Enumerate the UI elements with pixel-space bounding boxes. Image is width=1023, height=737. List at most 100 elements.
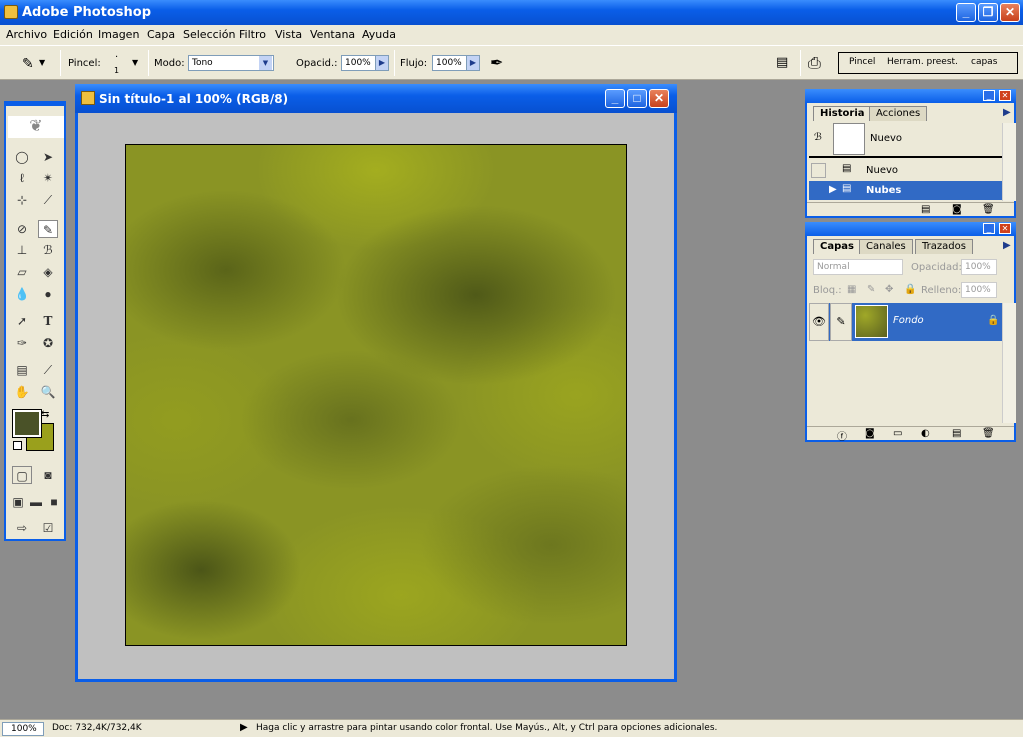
screen-mode-standard-icon[interactable]: ▣ bbox=[10, 493, 26, 511]
paint-bucket-icon[interactable]: ◈ bbox=[38, 263, 58, 281]
opacity-slider-button[interactable]: ▶ bbox=[375, 55, 389, 71]
doc-minimize-button[interactable]: _ bbox=[605, 89, 625, 108]
tab-capas[interactable]: Capas bbox=[813, 239, 861, 254]
foreground-color-swatch[interactable] bbox=[12, 409, 42, 438]
slice-tool-icon[interactable]: ⟋ bbox=[38, 191, 58, 209]
close-button[interactable]: ✕ bbox=[1000, 3, 1020, 22]
eye-icon[interactable]: 👁 bbox=[809, 303, 829, 341]
hand-tool-icon[interactable]: ✋ bbox=[12, 383, 32, 401]
lock-all-icon[interactable]: 🔒 bbox=[904, 284, 916, 295]
menu-seleccion[interactable]: Selección bbox=[183, 28, 235, 41]
mode-select[interactable]: Tono ▼ bbox=[188, 55, 274, 71]
tool-preset-dropdown-icon[interactable]: ▼ bbox=[39, 58, 45, 67]
lock-position-icon[interactable]: ✥ bbox=[885, 284, 893, 295]
crop-tool-icon[interactable]: ⊹ bbox=[12, 191, 32, 209]
history-brush-source-box[interactable] bbox=[811, 163, 826, 178]
zoom-tool-icon[interactable]: 🔍 bbox=[38, 383, 58, 401]
lasso-tool-icon[interactable]: ℓ bbox=[12, 169, 32, 187]
history-item[interactable]: ▤ Nuevo bbox=[809, 161, 1002, 180]
document-title-bar[interactable]: Sin título-1 al 100% (RGB/8) _ □ ✕ bbox=[75, 84, 677, 113]
screen-mode-full-menu-icon[interactable]: ▬ bbox=[28, 493, 44, 511]
history-item-selected[interactable]: ▶ ▤ Nubes bbox=[809, 181, 1002, 200]
well-tab-presets[interactable]: Herram. preest. bbox=[887, 57, 958, 67]
opacity-input[interactable]: 100% bbox=[341, 55, 376, 71]
trash-icon[interactable]: 🗑 bbox=[982, 428, 995, 439]
pen-tool-icon[interactable]: ✑ bbox=[12, 334, 32, 352]
menu-edicion[interactable]: Edición bbox=[53, 28, 93, 41]
zoom-input[interactable]: 100% bbox=[2, 722, 44, 736]
quick-mask-icon[interactable]: ◙ bbox=[38, 466, 58, 484]
menu-vista[interactable]: Vista bbox=[275, 28, 302, 41]
layer-style-icon[interactable]: ⓕ bbox=[837, 428, 847, 443]
panel-minimize-button[interactable]: _ bbox=[983, 90, 995, 101]
feather-logo-icon[interactable]: ❦ bbox=[8, 116, 64, 138]
panel-menu-icon[interactable]: ▶ bbox=[1003, 240, 1011, 251]
menu-capa[interactable]: Capa bbox=[147, 28, 175, 41]
blend-mode-select[interactable]: Normal bbox=[813, 259, 903, 275]
history-panel-header[interactable]: _ ✕ bbox=[805, 89, 1016, 103]
menu-ventana[interactable]: Ventana bbox=[310, 28, 355, 41]
shape-tool-icon[interactable]: ✪ bbox=[38, 334, 58, 352]
panel-menu-icon[interactable]: ▶ bbox=[1003, 107, 1011, 118]
panel-minimize-button[interactable]: _ bbox=[983, 223, 995, 234]
brush-dropdown-icon[interactable]: ▼ bbox=[132, 58, 138, 67]
menu-archivo[interactable]: Archivo bbox=[6, 28, 47, 41]
marquee-tool-icon[interactable]: ◯ bbox=[12, 148, 32, 166]
menu-imagen[interactable]: Imagen bbox=[98, 28, 139, 41]
move-tool-icon[interactable]: ➤ bbox=[38, 148, 58, 166]
tab-canales[interactable]: Canales bbox=[859, 239, 913, 254]
blur-tool-icon[interactable]: 💧 bbox=[12, 285, 32, 303]
print-icon[interactable]: ⎙ bbox=[808, 53, 821, 73]
type-tool-icon[interactable]: T bbox=[38, 312, 58, 330]
adjustment-layer-icon[interactable]: ◐ bbox=[921, 428, 930, 439]
layers-scrollbar[interactable] bbox=[1002, 303, 1016, 423]
history-brush-icon[interactable]: ℬ bbox=[38, 241, 58, 259]
history-scrollbar[interactable] bbox=[1002, 123, 1016, 201]
new-snapshot-icon[interactable]: ◙ bbox=[952, 204, 962, 215]
layer-row-fondo[interactable]: 👁 ✎ Fondo 🔒 bbox=[809, 303, 1002, 341]
magic-wand-icon[interactable]: ✴ bbox=[38, 169, 58, 187]
eyedropper-icon[interactable]: ⟋ bbox=[38, 361, 58, 379]
checklist-icon[interactable]: ☑ bbox=[38, 519, 58, 537]
layers-panel-header[interactable]: _ ✕ bbox=[805, 222, 1016, 236]
layer-mask-icon[interactable]: ◙ bbox=[865, 428, 875, 439]
brush-tool-icon[interactable]: ✎ bbox=[22, 56, 34, 72]
brush-preview-dot[interactable]: · bbox=[115, 52, 118, 63]
flow-slider-button[interactable]: ▶ bbox=[466, 55, 480, 71]
new-layer-icon[interactable]: ▤ bbox=[952, 428, 961, 439]
new-document-from-state-icon[interactable]: ▤ bbox=[921, 204, 930, 215]
file-browser-icon[interactable]: ▤ bbox=[776, 55, 788, 70]
airbrush-icon[interactable]: ✒ bbox=[490, 53, 503, 72]
trash-icon[interactable]: 🗑 bbox=[982, 204, 995, 215]
lock-transparency-icon[interactable]: ▦ bbox=[847, 284, 856, 295]
doc-maximize-button[interactable]: □ bbox=[627, 89, 647, 108]
default-colors-icon[interactable] bbox=[13, 441, 22, 450]
lock-image-icon[interactable]: ✎ bbox=[867, 284, 875, 295]
screen-mode-full-icon[interactable]: ■ bbox=[46, 493, 62, 511]
notes-tool-icon[interactable]: ▤ bbox=[12, 361, 32, 379]
image-canvas[interactable] bbox=[125, 144, 627, 646]
new-group-icon[interactable]: ▭ bbox=[893, 428, 902, 439]
restore-button[interactable]: ❐ bbox=[978, 3, 998, 22]
clone-stamp-icon[interactable]: ⊥ bbox=[12, 241, 32, 259]
brush-tool-selected-icon[interactable]: ✎ bbox=[38, 220, 58, 238]
flow-input[interactable]: 100% bbox=[432, 55, 467, 71]
well-tab-pincel[interactable]: Pincel bbox=[849, 57, 875, 67]
panel-close-button[interactable]: ✕ bbox=[999, 223, 1011, 234]
eraser-tool-icon[interactable]: ▱ bbox=[12, 263, 32, 281]
healing-brush-icon[interactable]: ⊘ bbox=[12, 220, 32, 238]
tab-trazados[interactable]: Trazados bbox=[915, 239, 973, 254]
history-brush-source-icon[interactable]: ℬ bbox=[814, 132, 822, 143]
path-selection-icon[interactable]: ➚ bbox=[12, 312, 32, 330]
swap-colors-icon[interactable]: ⇆ bbox=[41, 409, 49, 420]
minimize-button[interactable]: _ bbox=[956, 3, 976, 22]
history-slider-icon[interactable]: ▶ bbox=[829, 184, 837, 195]
brush-link-icon[interactable]: ✎ bbox=[830, 303, 852, 341]
layer-opacity-input[interactable]: 100% bbox=[961, 259, 997, 275]
well-tab-capas[interactable]: capas bbox=[971, 57, 997, 67]
tab-acciones[interactable]: Acciones bbox=[869, 106, 928, 121]
doc-close-button[interactable]: ✕ bbox=[649, 89, 669, 108]
jump-to-imageready-icon[interactable]: ⇨ bbox=[12, 519, 32, 537]
standard-mode-icon[interactable]: ▢ bbox=[12, 466, 32, 484]
tab-historia[interactable]: Historia bbox=[813, 106, 872, 121]
